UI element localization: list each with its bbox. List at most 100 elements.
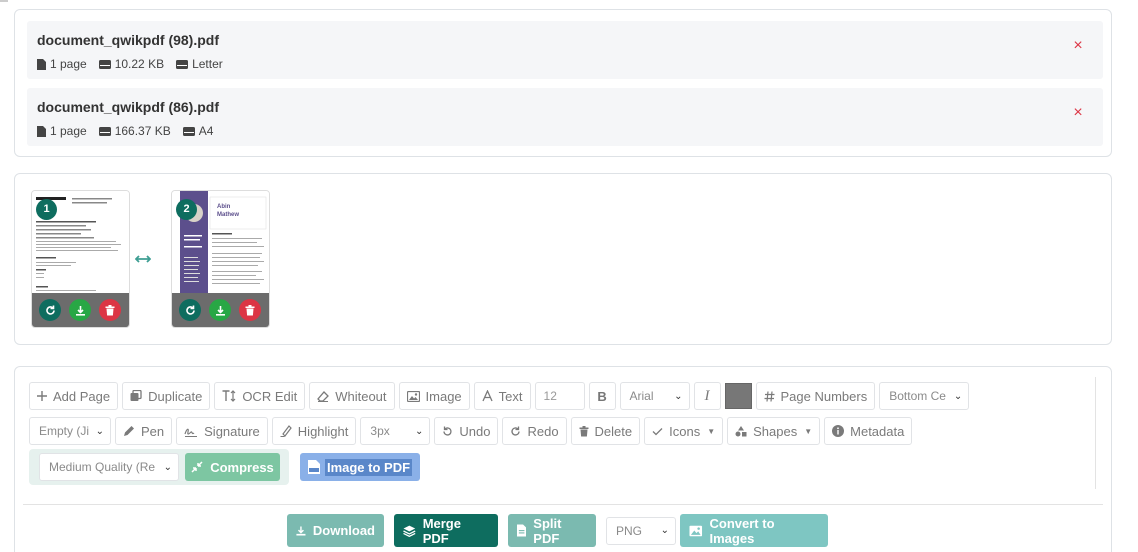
file-meta: 1 page 10.22 KB Letter bbox=[37, 57, 235, 71]
chevron-down-icon: ⌄ bbox=[415, 425, 424, 437]
delete-button[interactable]: Delete bbox=[570, 417, 641, 445]
pen-icon bbox=[124, 426, 134, 436]
file-size-text: 10.22 KB bbox=[114, 57, 165, 71]
merge-pdf-button[interactable]: Merge PDF bbox=[394, 514, 498, 547]
icons-dropdown-button[interactable]: Icons ▼ bbox=[644, 417, 724, 445]
font-family-select[interactable]: Arial ⌄ bbox=[619, 382, 690, 410]
quality-select[interactable]: Medium Quality (Re ⌄ bbox=[39, 453, 179, 481]
paper-format: Letter bbox=[176, 57, 223, 71]
redo-button[interactable]: Redo bbox=[502, 417, 567, 445]
image-button[interactable]: Image bbox=[398, 382, 470, 410]
empty-select-value: Empty (Ji bbox=[39, 424, 90, 438]
download-page-button[interactable] bbox=[209, 299, 231, 321]
convert-to-images-button[interactable]: Convert to Images bbox=[680, 514, 828, 547]
page-actions-bar bbox=[172, 293, 269, 327]
rotate-page-button[interactable] bbox=[179, 299, 201, 321]
bold-button[interactable]: B bbox=[588, 382, 616, 410]
font-icon bbox=[482, 390, 493, 402]
page-numbers-button[interactable]: Page Numbers bbox=[755, 382, 876, 410]
hdd-icon bbox=[176, 59, 189, 69]
font-size-input[interactable]: 12 bbox=[534, 382, 585, 410]
undo-button[interactable]: Undo bbox=[434, 417, 499, 445]
chevron-down-icon: ⌄ bbox=[163, 461, 172, 473]
top-edge-line bbox=[0, 0, 8, 2]
paper-format-text: A4 bbox=[198, 124, 214, 138]
duplicate-label: Duplicate bbox=[148, 388, 203, 404]
hdd-icon bbox=[182, 126, 195, 136]
shapes-label: Shapes bbox=[753, 423, 798, 439]
remove-file-button[interactable]: × bbox=[1071, 105, 1085, 121]
remove-file-button[interactable]: × bbox=[1071, 38, 1085, 54]
signature-label: Signature bbox=[204, 423, 260, 439]
duplicate-button[interactable]: Duplicate bbox=[122, 382, 211, 410]
editor-tools-panel: Add Page Duplicate OCR Edit Whiteout Ima… bbox=[14, 366, 1112, 552]
trash-icon bbox=[579, 425, 589, 436]
metadata-label: Metadata bbox=[850, 423, 905, 439]
compress-icon bbox=[191, 461, 203, 473]
empty-select[interactable]: Empty (Ji ⌄ bbox=[29, 417, 111, 445]
file-size: 10.22 KB bbox=[98, 57, 165, 71]
rotate-icon bbox=[185, 305, 195, 315]
hdd-icon bbox=[98, 126, 111, 136]
add-page-label: Add Page bbox=[53, 388, 111, 404]
pen-label: Pen bbox=[141, 423, 165, 439]
compress-button[interactable]: Compress bbox=[185, 453, 280, 481]
color-picker[interactable] bbox=[724, 383, 752, 409]
whiteout-button[interactable]: Whiteout bbox=[309, 382, 395, 410]
signature-icon bbox=[184, 428, 198, 437]
download-icon bbox=[215, 305, 225, 316]
toolbar-row: Add Page Duplicate OCR Edit Whiteout Ima… bbox=[29, 382, 973, 410]
file-item: document_qwikpdf (98).pdf 1 page 10.22 K… bbox=[27, 21, 1103, 79]
file-icon bbox=[37, 125, 46, 137]
image-format-select[interactable]: PNG ⌄ bbox=[606, 516, 676, 545]
delete-page-button[interactable] bbox=[239, 299, 261, 321]
plus-icon bbox=[37, 391, 47, 401]
preview-last-name: Mathew bbox=[217, 212, 239, 218]
highlight-button[interactable]: Highlight bbox=[271, 417, 357, 445]
metadata-button[interactable]: Metadata bbox=[824, 417, 913, 445]
page-thumbnail[interactable]: 1 bbox=[31, 190, 130, 328]
shapes-dropdown-button[interactable]: Shapes ▼ bbox=[727, 417, 821, 445]
redo-label: Redo bbox=[527, 423, 559, 439]
ocr-edit-label: OCR Edit bbox=[242, 388, 298, 404]
delete-page-button[interactable] bbox=[99, 299, 121, 321]
paper-format-text: Letter bbox=[192, 57, 223, 71]
convert-to-images-label: Convert to Images bbox=[709, 515, 775, 546]
hdd-icon bbox=[98, 59, 111, 69]
add-page-button[interactable]: Add Page bbox=[29, 382, 119, 410]
image-icon bbox=[406, 390, 420, 402]
image-to-pdf-button[interactable]: Image to PDF bbox=[300, 453, 420, 481]
swap-pages-icon[interactable] bbox=[134, 251, 152, 269]
text-button[interactable]: Text bbox=[473, 382, 531, 410]
page-number-position-select[interactable]: Bottom Ce ⌄ bbox=[879, 382, 970, 410]
undo-icon bbox=[443, 426, 452, 436]
download-icon bbox=[75, 305, 85, 316]
download-icon bbox=[296, 525, 306, 536]
file-item: document_qwikpdf (86).pdf 1 page 166.37 … bbox=[27, 88, 1103, 146]
file-size: 166.37 KB bbox=[98, 124, 171, 138]
image-label: Image bbox=[425, 388, 462, 404]
stroke-width-value: 3px bbox=[370, 424, 390, 438]
ocr-edit-button[interactable]: OCR Edit bbox=[214, 382, 306, 410]
preview-first-name: Abin bbox=[217, 204, 231, 210]
pen-button[interactable]: Pen bbox=[115, 417, 173, 445]
split-pdf-button[interactable]: Split PDF bbox=[508, 514, 596, 547]
signature-button[interactable]: Signature bbox=[176, 417, 268, 445]
page-actions-bar bbox=[32, 293, 129, 327]
toolbar-row: Empty (Ji ⌄ Pen Signature Highlight 3px … bbox=[29, 417, 916, 445]
file-name: document_qwikpdf (98).pdf bbox=[37, 32, 219, 48]
toolbar-scrollbar[interactable] bbox=[1095, 377, 1096, 489]
download-page-button[interactable] bbox=[69, 299, 91, 321]
file-list-panel: document_qwikpdf (98).pdf 1 page 10.22 K… bbox=[14, 9, 1112, 157]
page-count-text: 1 page bbox=[50, 57, 87, 71]
stroke-width-select[interactable]: 3px ⌄ bbox=[360, 417, 431, 445]
italic-button[interactable]: I bbox=[693, 382, 721, 410]
page-number-badge: 1 bbox=[36, 199, 57, 220]
pdf-file-icon bbox=[307, 460, 320, 474]
caret-down-icon: ▼ bbox=[804, 426, 813, 436]
rotate-page-button[interactable] bbox=[39, 299, 61, 321]
page-thumbnail[interactable]: Abin Mathew 2 bbox=[171, 190, 270, 328]
info-circle-icon bbox=[832, 425, 845, 437]
delete-label: Delete bbox=[594, 423, 633, 439]
download-button[interactable]: Download bbox=[287, 514, 384, 547]
